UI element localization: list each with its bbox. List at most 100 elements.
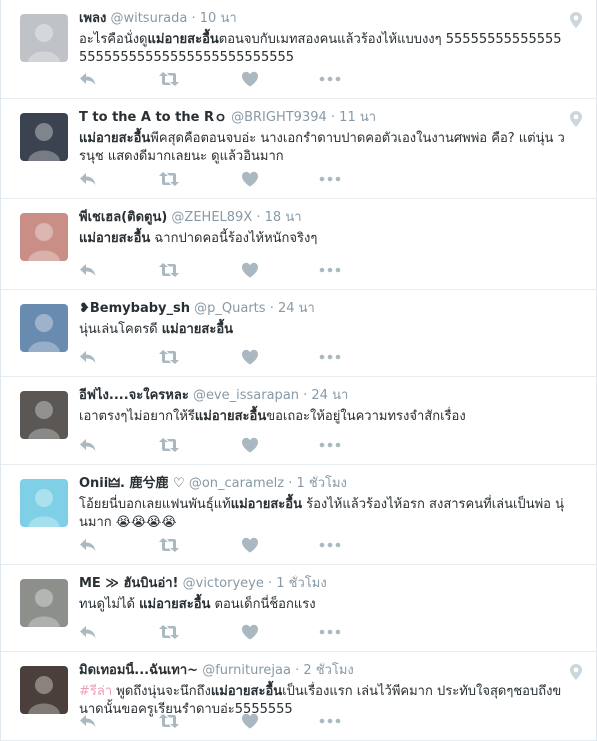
retweet-icon[interactable] [159, 349, 179, 367]
display-name[interactable]: อีฟไง....จะใครหละ [79, 388, 189, 403]
location-pin-icon [570, 664, 582, 680]
avatar[interactable] [20, 304, 68, 352]
hashtag-link[interactable]: #รีล่า [79, 684, 112, 699]
like-icon[interactable] [241, 713, 261, 731]
tweet-text: แม่อายสะอื้นพีคสุดคือตอนจบอ่ะ นางเอกรำดา… [79, 130, 584, 166]
tweet-text-pre: พูดถึงนุ่นจะนึกถึง [112, 684, 211, 699]
retweet-icon[interactable] [159, 262, 179, 280]
reply-icon[interactable] [79, 437, 99, 455]
tweet-text-post: พีคสุดคือตอนจบอ่ะ นางเอกรำดาบปาดคอตัวเอง… [79, 131, 565, 164]
username[interactable]: @victoryeye [183, 576, 264, 591]
like-icon[interactable] [241, 537, 261, 555]
username[interactable]: @ZEHEL89X [171, 210, 252, 225]
tweet-feed: เพลง @witsurada · 10 นา อะไรคือนั่งดูแม่… [0, 0, 597, 741]
more-options-icon[interactable] [319, 624, 341, 642]
display-name[interactable]: ❥Bemybaby_sh [79, 301, 190, 316]
like-icon[interactable] [241, 171, 261, 189]
more-options-icon[interactable] [319, 713, 341, 731]
username[interactable]: @witsurada [110, 11, 187, 26]
retweet-icon[interactable] [159, 713, 179, 731]
avatar[interactable] [20, 14, 68, 62]
timestamp[interactable]: · 24 นา [270, 301, 315, 316]
more-options-icon[interactable] [319, 537, 341, 555]
tweet[interactable]: มิดเทอมนี้...ฉันเทา~ @furniturejaa · 2 ช… [1, 652, 596, 741]
timestamp[interactable]: · 1 ชั่วโมง [268, 576, 327, 591]
like-icon[interactable] [241, 437, 261, 455]
tweet-text-keyword: แม่อายสะอื้น [147, 32, 219, 47]
username[interactable]: @p_Quarts [194, 301, 265, 316]
reply-icon[interactable] [79, 537, 99, 555]
username[interactable]: @eve_issarapan [193, 388, 299, 403]
tweet[interactable]: T to the A to the Rｏ @BRIGHT9394 · 11 นา… [1, 99, 596, 199]
like-icon[interactable] [241, 262, 261, 280]
display-name[interactable]: ME ≫ ฮันบินอ่า! [79, 576, 178, 591]
timestamp[interactable]: · 18 นา [256, 210, 301, 225]
tweet-text-pre: ทนดูไม่ได้ [79, 597, 140, 612]
avatar[interactable] [20, 479, 68, 527]
tweet-header: T to the A to the Rｏ @BRIGHT9394 · 11 นา [79, 109, 584, 127]
display-name[interactable]: T to the A to the Rｏ [79, 110, 227, 125]
more-options-icon[interactable] [319, 349, 341, 367]
display-name[interactable]: มิดเทอมนี้...ฉันเทา~ [79, 663, 198, 678]
avatar[interactable] [20, 391, 68, 439]
tweet-text-keyword: แม่อายสะอื้น [79, 131, 151, 146]
avatar[interactable] [20, 666, 68, 714]
more-options-icon[interactable] [319, 262, 341, 280]
tweet-text-keyword: แม่อายสะอื้น [230, 497, 302, 512]
timestamp[interactable]: · 2 ชั่วโมง [295, 663, 354, 678]
like-icon[interactable] [241, 349, 261, 367]
tweet-text-post: ฉากปาดคอนี้ร้องไห้หนักจริงๆ [150, 231, 318, 246]
reply-icon[interactable] [79, 713, 99, 731]
tweet-header: Onii🜲. 鹿兮鹿 ♡ @on_caramelz · 1 ชั่วโมง [79, 475, 584, 493]
timestamp[interactable]: · 10 นา [192, 11, 237, 26]
tweet-header: เพลง @witsurada · 10 นา [79, 10, 584, 28]
avatar[interactable] [20, 113, 68, 161]
tweet[interactable]: Onii🜲. 鹿兮鹿 ♡ @on_caramelz · 1 ชั่วโมง โอ… [1, 465, 596, 565]
tweet[interactable]: พี่เชเฮล(ติดตูน) @ZEHEL89X · 18 นา แม่อา… [1, 199, 596, 290]
timestamp[interactable]: · 1 ชั่วโมง [288, 476, 347, 491]
tweet[interactable]: อีฟไง....จะใครหละ @eve_issarapan · 24 นา… [1, 377, 596, 465]
reply-icon[interactable] [79, 171, 99, 189]
retweet-icon[interactable] [159, 624, 179, 642]
avatar[interactable] [20, 213, 68, 261]
tweet-text: อะไรคือนั่งดูแม่อายสะอื้นตอนจบกับเมทสองค… [79, 31, 584, 67]
retweet-icon[interactable] [159, 437, 179, 455]
reply-icon[interactable] [79, 349, 99, 367]
tweet-text-pre: นุ่นเล่นโคตรดี [79, 322, 162, 337]
tweet-text-pre: เอาตรงๆไม่อยากให้รี [79, 409, 195, 424]
username[interactable]: @on_caramelz [189, 476, 284, 491]
tweet[interactable]: ❥Bemybaby_sh @p_Quarts · 24 นา นุ่นเล่นโ… [1, 290, 596, 377]
username[interactable]: @BRIGHT9394 [231, 110, 327, 125]
display-name[interactable]: เพลง [79, 11, 106, 26]
retweet-icon[interactable] [159, 171, 179, 189]
display-name[interactable]: พี่เชเฮล(ติดตูน) [79, 210, 167, 225]
avatar[interactable] [20, 579, 68, 627]
like-icon[interactable] [241, 71, 261, 89]
reply-icon[interactable] [79, 624, 99, 642]
timestamp[interactable]: · 24 นา [303, 388, 348, 403]
tweet[interactable]: เพลง @witsurada · 10 นา อะไรคือนั่งดูแม่… [1, 0, 596, 99]
tweet-header: อีฟไง....จะใครหละ @eve_issarapan · 24 นา [79, 387, 584, 405]
more-options-icon[interactable] [319, 171, 341, 189]
tweet-header: ME ≫ ฮันบินอ่า! @victoryeye · 1 ชั่วโมง [79, 575, 584, 593]
tweet-text: เอาตรงๆไม่อยากให้รีแม่อายสะอื้นขอเถอะให้… [79, 408, 584, 426]
like-icon[interactable] [241, 624, 261, 642]
reply-icon[interactable] [79, 71, 99, 89]
reply-icon[interactable] [79, 262, 99, 280]
tweet-header: มิดเทอมนี้...ฉันเทา~ @furniturejaa · 2 ช… [79, 662, 584, 680]
retweet-icon[interactable] [159, 537, 179, 555]
more-options-icon[interactable] [319, 71, 341, 89]
tweet[interactable]: ME ≫ ฮันบินอ่า! @victoryeye · 1 ชั่วโมง … [1, 565, 596, 652]
tweet-text-keyword: แม่อายสะอื้น [139, 597, 211, 612]
tweet-text: โอ้ยยนี่บอกเลยแฟนพันธุ์แท้แม่อายสะอื้น ร… [79, 496, 584, 532]
username[interactable]: @furniturejaa [202, 663, 291, 678]
more-options-icon[interactable] [319, 437, 341, 455]
timestamp[interactable]: · 11 นา [331, 110, 376, 125]
tweet-text-post: ตอนเด็กนี่ช็อกแรง [210, 597, 316, 612]
tweet-header: พี่เชเฮล(ติดตูน) @ZEHEL89X · 18 นา [79, 209, 584, 227]
tweet-text-keyword: แม่อายสะอื้น [210, 684, 283, 699]
tweet-text-keyword: แม่อายสะอื้น [194, 409, 267, 424]
display-name[interactable]: Onii🜲. 鹿兮鹿 ♡ [79, 476, 185, 491]
retweet-icon[interactable] [159, 71, 179, 89]
tweet-text-keyword: แม่อายสะอื้น [161, 322, 234, 337]
